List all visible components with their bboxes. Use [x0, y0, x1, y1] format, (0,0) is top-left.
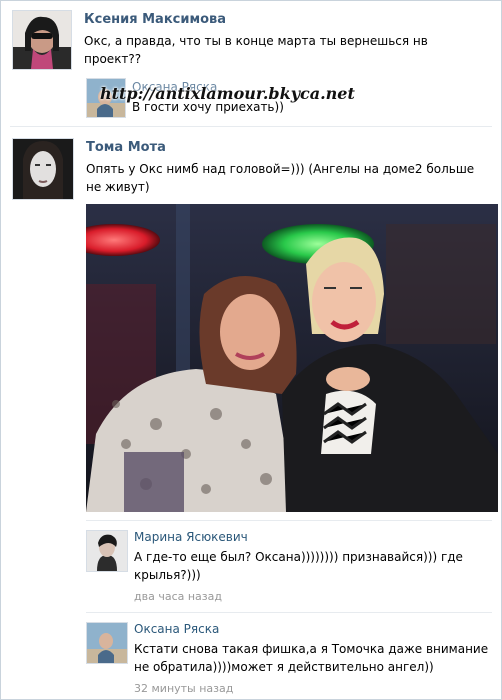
comment-text: не обратила))))может я действительно анг… [134, 660, 434, 674]
post-text: Окс, а правда, что ты в конце марта ты в… [84, 34, 428, 48]
post-photo[interactable] [86, 204, 498, 512]
post-text: Опять у Окс нимб над головой=))) (Ангелы… [86, 162, 475, 176]
avatar-photo-icon [87, 623, 127, 663]
avatar-photo-icon [87, 531, 127, 571]
avatar[interactable] [12, 138, 74, 200]
post-author[interactable]: Ксения Максимова [84, 12, 226, 27]
avatar[interactable] [12, 10, 72, 70]
comment-author[interactable]: Оксана Ряска [134, 622, 219, 636]
comment-author[interactable]: Марина Ясюкевич [134, 530, 248, 544]
avatar[interactable] [86, 622, 128, 664]
post-text: не живут) [86, 180, 150, 194]
watermark: http://antixlamour.bkyca.net [100, 84, 355, 103]
post-text: проект?? [84, 52, 142, 66]
divider [86, 520, 492, 521]
avatar[interactable] [86, 530, 128, 572]
comment-timestamp[interactable]: 32 минуты назад [134, 682, 233, 695]
comment-timestamp[interactable]: два часа назад [134, 590, 222, 603]
post-author[interactable]: Тома Мота [86, 140, 166, 155]
comment-text: А где-то еще был? Оксана)))))))) признав… [134, 550, 463, 564]
divider [10, 126, 492, 127]
divider [86, 612, 492, 613]
comment-text: Кстати снова такая фишка,а я Томочка даж… [134, 642, 489, 656]
avatar-photo-icon [13, 11, 71, 69]
comment-text: крылья?))) [134, 568, 201, 582]
post-photo-image [86, 204, 498, 512]
avatar-photo-icon [13, 139, 73, 199]
